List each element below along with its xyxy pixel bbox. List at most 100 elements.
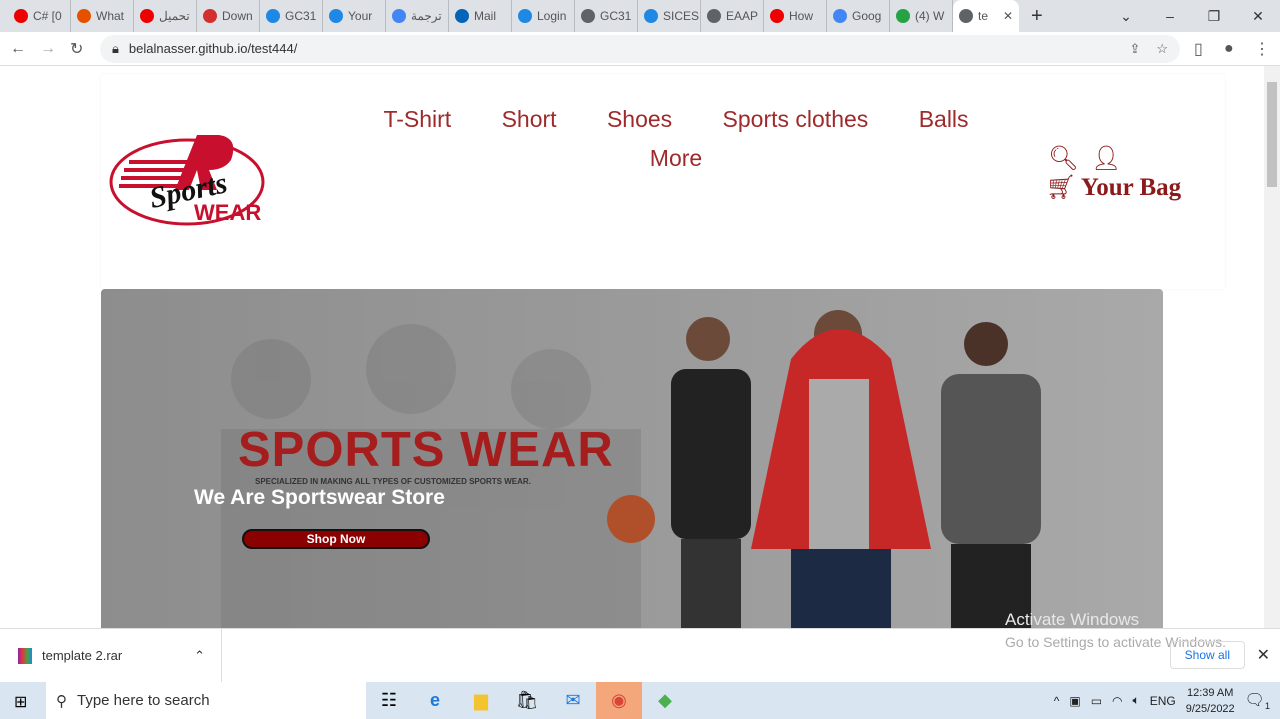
- show-all-button[interactable]: Show all: [1169, 641, 1245, 669]
- language-indicator[interactable]: ENG: [1150, 694, 1176, 708]
- rar-file-icon: [18, 647, 32, 664]
- mail-icon[interactable]: ✉: [550, 682, 596, 719]
- meet-icon[interactable]: ▣: [1069, 694, 1080, 708]
- profile-icon[interactable]: ●: [1224, 40, 1240, 58]
- favicon-icon: [833, 9, 847, 23]
- windows-start-icon[interactable]: ⊞: [14, 692, 27, 712]
- tab-title: Login: [537, 9, 567, 23]
- shop-now-button[interactable]: Shop Now: [242, 529, 430, 549]
- web-page: Sports WEAR T-Shirt Short Shoes Sports c…: [0, 66, 1264, 628]
- taskbar-search[interactable]: ⚲ Type here to search: [46, 682, 366, 719]
- tab-title: GC31: [285, 9, 317, 23]
- battery-icon[interactable]: ▭: [1091, 694, 1102, 708]
- browser-tab[interactable]: C# [0: [8, 0, 71, 32]
- favicon-icon: [644, 9, 658, 23]
- volume-icon[interactable]: 🔈︎: [1133, 693, 1140, 708]
- tab-title: EAAP: [726, 9, 759, 23]
- tab-title: Goog: [852, 9, 882, 23]
- url-input[interactable]: 🔒︎ belalnasser.github.io/test444/ ⇪ ☆: [100, 34, 1180, 63]
- page-scrollbar[interactable]: [1264, 66, 1280, 628]
- notification-icon[interactable]: 🗨︎1: [1245, 690, 1270, 711]
- banner-title: SPORTS WEAR: [238, 423, 614, 477]
- browser-tab[interactable]: SICES: [638, 0, 701, 32]
- header-icons: 🔍︎ 👤︎ 🛒︎ Your Bag: [1046, 144, 1181, 202]
- wifi-icon[interactable]: ◠: [1112, 694, 1122, 708]
- close-tab-icon[interactable]: ✕: [1003, 9, 1013, 23]
- share-icon[interactable]: ⇪: [1129, 41, 1140, 57]
- store-icon[interactable]: 🛍︎: [504, 682, 550, 719]
- favicon-icon: [266, 9, 280, 23]
- site-header: Sports WEAR T-Shirt Short Shoes Sports c…: [101, 74, 1225, 289]
- favicon-icon: [203, 9, 217, 23]
- favicon-icon: [959, 9, 973, 23]
- chrome-icon[interactable]: ◉: [596, 682, 642, 719]
- window-controls: ⌄ – ❐ ✕: [1104, 0, 1280, 32]
- nav-more[interactable]: More: [650, 145, 702, 171]
- browser-tab[interactable]: Login: [512, 0, 575, 32]
- bag-link[interactable]: 🛒︎ Your Bag: [1046, 173, 1181, 202]
- bag-label: Your Bag: [1080, 174, 1182, 201]
- taskbar: ⊞ ⚲ Type here to search ☷ e ▆ 🛍︎ ✉ ◉ ◆ ^ …: [0, 682, 1280, 719]
- bookmark-star-icon[interactable]: ☆: [1156, 41, 1168, 57]
- tab-title: What: [96, 9, 125, 23]
- browser-tab[interactable]: تحميل: [134, 0, 197, 32]
- nav-short[interactable]: Short: [502, 106, 557, 132]
- tab-search-icon[interactable]: ⌄: [1104, 8, 1148, 25]
- favicon-icon: [581, 9, 595, 23]
- close-download-bar-icon[interactable]: ✕: [1257, 645, 1270, 665]
- reload-icon[interactable]: ↻: [70, 39, 86, 59]
- nav-balls[interactable]: Balls: [919, 106, 969, 132]
- search-icon[interactable]: 🔍︎: [1048, 145, 1078, 172]
- side-panel-icon[interactable]: ▯: [1194, 39, 1210, 59]
- search-placeholder: Type here to search: [77, 692, 210, 709]
- browser-tab[interactable]: GC31: [575, 0, 638, 32]
- banner-subtitle: SPECIALIZED IN MAKING ALL TYPES OF CUSTO…: [255, 477, 531, 486]
- favicon-icon: [707, 9, 721, 23]
- download-item[interactable]: template 2.rar ⌃: [0, 628, 222, 683]
- browser-tab[interactable]: How: [764, 0, 827, 32]
- nav-sports-clothes[interactable]: Sports clothes: [723, 106, 869, 132]
- favicon-icon: [896, 9, 910, 23]
- browser-tab[interactable]: Mail: [449, 0, 512, 32]
- browser-tab[interactable]: Down: [197, 0, 260, 32]
- favicon-icon: [140, 9, 154, 23]
- browser-tab[interactable]: Your: [323, 0, 386, 32]
- browser-tab[interactable]: GC31: [260, 0, 323, 32]
- favicon-icon: [770, 9, 784, 23]
- chevron-up-icon[interactable]: ^: [1054, 694, 1060, 708]
- cart-icon: 🛒︎: [1046, 174, 1077, 201]
- lock-icon: 🔒︎: [112, 40, 119, 56]
- banner-tagline: We Are Sportswear Store: [194, 486, 445, 509]
- main-nav: T-Shirt Short Shoes Sports clothes Balls…: [351, 100, 1001, 178]
- minimize-button[interactable]: –: [1148, 8, 1192, 24]
- nav-shoes[interactable]: Shoes: [607, 106, 672, 132]
- browser-tab[interactable]: Goog: [827, 0, 890, 32]
- nav-tshirt[interactable]: T-Shirt: [383, 106, 451, 132]
- forward-icon[interactable]: →: [40, 40, 56, 58]
- browser-tab[interactable]: ترجمة: [386, 0, 449, 32]
- clock[interactable]: 12:39 AM 9/25/2022: [1186, 685, 1235, 717]
- tab-title: GC31: [600, 9, 632, 23]
- edge-icon[interactable]: e: [412, 682, 458, 719]
- menu-kebab-icon[interactable]: ⋮: [1254, 39, 1270, 59]
- browser-tab[interactable]: What: [71, 0, 134, 32]
- close-window-button[interactable]: ✕: [1236, 8, 1280, 25]
- browser-tab[interactable]: te ✕: [953, 0, 1019, 32]
- favicon-icon: [392, 9, 406, 23]
- new-tab-button[interactable]: +: [1031, 5, 1043, 28]
- tab-title: ترجمة: [411, 9, 442, 23]
- browser-tab[interactable]: (4) W: [890, 0, 953, 32]
- user-icon[interactable]: 👤︎: [1091, 145, 1121, 172]
- app-icon[interactable]: ◆: [642, 682, 688, 719]
- browser-tab[interactable]: EAAP: [701, 0, 764, 32]
- tab-title: Down: [222, 9, 253, 23]
- tab-strip: C# [0 What تحميل Down GC31 Your ترجمة Mail Login…: [0, 0, 1280, 32]
- restore-button[interactable]: ❐: [1192, 8, 1236, 25]
- back-icon[interactable]: ←: [10, 40, 26, 58]
- file-explorer-icon[interactable]: ▆: [458, 682, 504, 719]
- task-view-icon[interactable]: ☷: [366, 682, 412, 719]
- chevron-up-icon[interactable]: ⌃: [194, 648, 205, 664]
- url-text: belalnasser.github.io/test444/: [128, 41, 298, 56]
- tab-title: How: [789, 9, 814, 23]
- sports-wear-logo[interactable]: Sports WEAR: [109, 130, 274, 230]
